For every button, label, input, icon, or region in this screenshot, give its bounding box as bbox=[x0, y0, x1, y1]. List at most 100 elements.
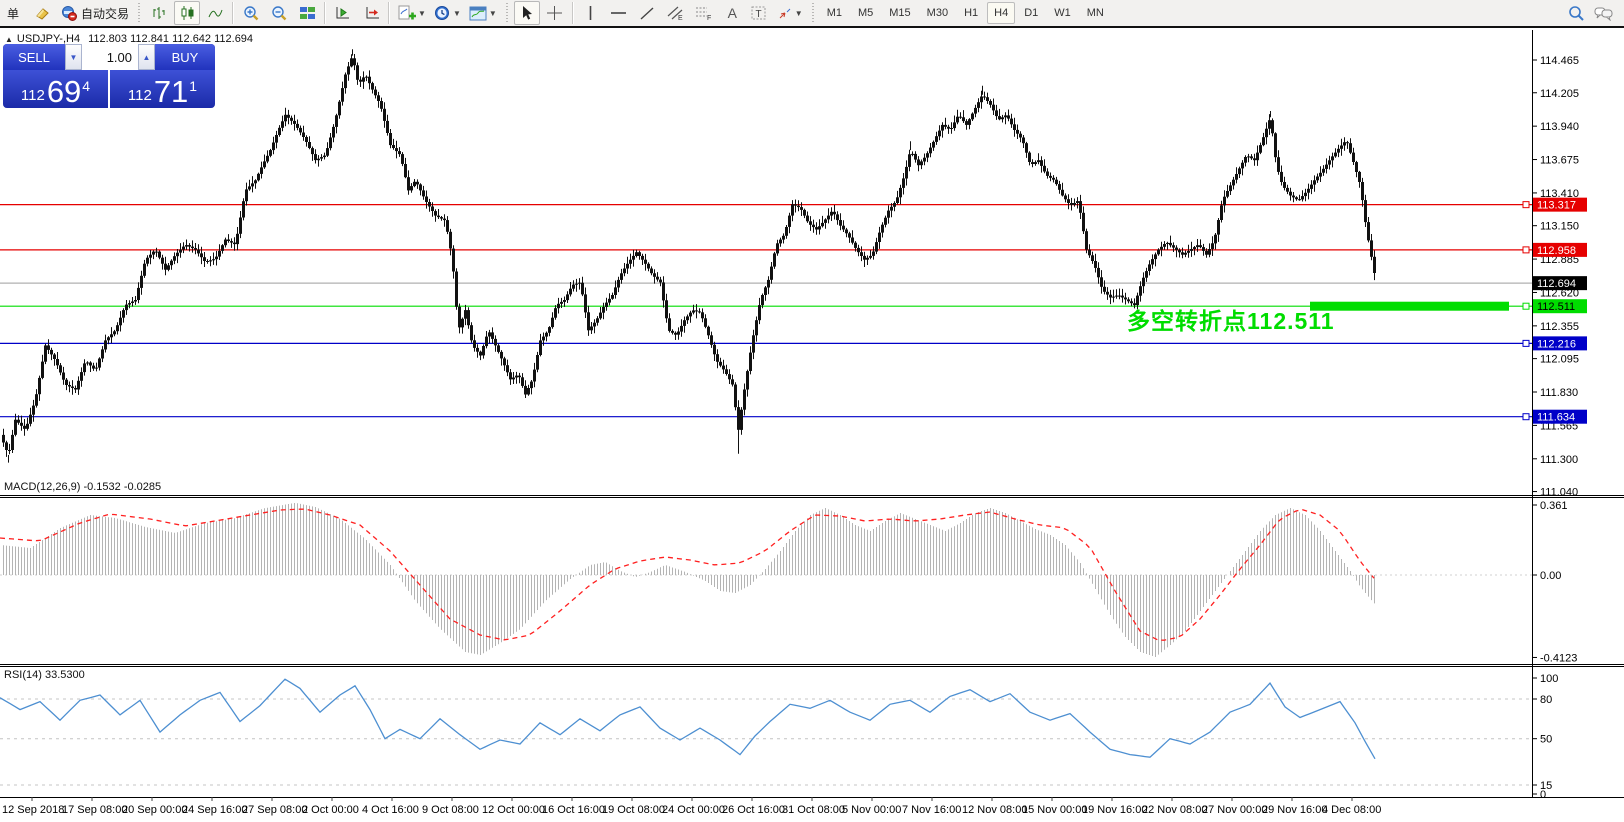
price-axis-label: 112.355 bbox=[1540, 321, 1579, 333]
vertical-line-tool-button[interactable] bbox=[578, 1, 604, 25]
rsi-axis-label: 100 bbox=[1540, 673, 1558, 685]
auto-trading-button[interactable]: 自动交易 bbox=[57, 1, 132, 25]
time-axis-label: 22 Nov 08:00 bbox=[1142, 804, 1207, 816]
tab-timeframe-M1[interactable]: M1 bbox=[820, 2, 849, 24]
tab-timeframe-M30[interactable]: M30 bbox=[920, 2, 955, 24]
crosshair-icon bbox=[546, 5, 563, 21]
bar-chart-mode-button[interactable] bbox=[146, 1, 172, 25]
periods-button[interactable]: ▼ bbox=[431, 1, 464, 25]
time-axis-label: 20 Sep 00:00 bbox=[122, 804, 187, 816]
price-axis-label: 111.040 bbox=[1540, 487, 1578, 499]
time-axis-label: 12 Oct 00:00 bbox=[482, 804, 545, 816]
volume-input[interactable]: 1.00 bbox=[82, 44, 138, 70]
toolbar-drag-handle[interactable] bbox=[504, 3, 510, 23]
timeframe-toolbar: M1M5M15M30H1H4D1W1MN bbox=[819, 2, 1112, 24]
tab-timeframe-M15[interactable]: M15 bbox=[882, 2, 917, 24]
auto-trading-label: 自动交易 bbox=[81, 5, 129, 22]
triangle-down-icon: ▼ bbox=[70, 53, 78, 62]
new-order-label: 单 bbox=[7, 5, 19, 22]
rsi-axis-label: 50 bbox=[1540, 734, 1552, 746]
crosshair-tool-button[interactable] bbox=[542, 1, 568, 25]
time-axis-label: 12 Sep 2018 bbox=[2, 804, 64, 816]
fibonacci-tool-button[interactable]: F bbox=[690, 1, 716, 25]
trendline-tool-button[interactable] bbox=[634, 1, 660, 25]
tab-timeframe-MN[interactable]: MN bbox=[1080, 2, 1111, 24]
chart-workspace: 114.465114.205113.940113.675113.410113.1… bbox=[0, 0, 1624, 822]
main-toolbar: 单 自动交易 bbox=[0, 0, 1624, 28]
time-axis-label: 31 Oct 08:00 bbox=[782, 804, 845, 816]
new-order-button[interactable]: 单 bbox=[1, 1, 27, 25]
toolbar-drag-handle[interactable] bbox=[136, 3, 142, 23]
collapse-window-icon[interactable]: ▲ bbox=[5, 35, 13, 44]
templates-button[interactable]: ▼ bbox=[466, 1, 500, 25]
price-line-badge: 112.511 bbox=[1537, 301, 1575, 313]
macd-axis-label: -0.4123 bbox=[1540, 653, 1577, 665]
price-axis-label: 113.150 bbox=[1540, 221, 1579, 233]
chart-canvas[interactable]: 114.465114.205113.940113.675113.410113.1… bbox=[0, 0, 1624, 822]
pivot-annotation-text[interactable]: 多空转折点112.511 bbox=[1127, 302, 1335, 336]
macd-axis-label: 0.00 bbox=[1540, 570, 1561, 582]
tab-timeframe-W1[interactable]: W1 bbox=[1047, 2, 1078, 24]
time-axis-label: 24 Sep 16:00 bbox=[182, 804, 247, 816]
chart-shift-icon bbox=[362, 5, 380, 21]
buy-price-button[interactable]: 112711 bbox=[110, 70, 215, 108]
horizontal-line-icon bbox=[610, 6, 627, 20]
buy-price-pips: 71 bbox=[154, 77, 188, 106]
auto-scroll-icon bbox=[334, 5, 352, 21]
toolbar-drag-handle[interactable] bbox=[810, 3, 816, 23]
time-axis-label: 4 Oct 16:00 bbox=[362, 804, 419, 816]
time-axis-label: 24 Oct 00:00 bbox=[662, 804, 725, 816]
vertical-line-icon bbox=[584, 5, 597, 21]
indicators-button[interactable]: ▼ bbox=[394, 1, 429, 25]
time-axis-label: 7 Nov 16:00 bbox=[902, 804, 961, 816]
price-line-badge: 112.216 bbox=[1537, 338, 1576, 350]
time-axis-label: 5 Nov 00:00 bbox=[842, 804, 901, 816]
chat-bubbles-icon bbox=[1594, 5, 1614, 21]
buy-button[interactable]: BUY bbox=[155, 44, 215, 70]
sell-price-button[interactable]: 112694 bbox=[3, 70, 108, 108]
trendline-icon bbox=[639, 6, 655, 21]
text-tool-button[interactable]: A bbox=[718, 1, 744, 25]
arrows-tool-button[interactable]: ▼ bbox=[774, 1, 806, 25]
search-button[interactable] bbox=[1563, 1, 1589, 25]
chart-shift-button[interactable] bbox=[358, 1, 384, 25]
volume-decrease-button[interactable]: ▼ bbox=[65, 44, 82, 70]
time-axis-label: 15 Nov 00:00 bbox=[1022, 804, 1087, 816]
price-axis-label: 114.465 bbox=[1540, 55, 1579, 67]
volume-spinner: ▼ 1.00 ▲ bbox=[65, 44, 155, 70]
tab-timeframe-M5[interactable]: M5 bbox=[851, 2, 880, 24]
tile-windows-icon bbox=[299, 5, 316, 21]
dropdown-caret-icon: ▼ bbox=[795, 9, 803, 18]
horizontal-line-tool-button[interactable] bbox=[606, 1, 632, 25]
fibonacci-icon: F bbox=[694, 5, 712, 21]
candlestick-icon bbox=[179, 5, 196, 21]
candlestick-mode-button[interactable] bbox=[174, 1, 200, 25]
price-line-badge: 113.317 bbox=[1537, 200, 1576, 212]
price-line-badge: 112.694 bbox=[1537, 278, 1576, 290]
zoom-in-button[interactable] bbox=[238, 1, 264, 25]
equidistant-channel-tool-button[interactable]: E bbox=[662, 1, 688, 25]
tab-timeframe-H1[interactable]: H1 bbox=[957, 2, 985, 24]
cursor-icon bbox=[519, 5, 534, 21]
svg-text:F: F bbox=[707, 15, 711, 21]
community-chat-button[interactable] bbox=[1591, 1, 1617, 25]
chart-trade-button[interactable] bbox=[29, 1, 55, 25]
zoom-out-button[interactable] bbox=[266, 1, 292, 25]
toolbar-separator bbox=[388, 2, 390, 24]
tab-timeframe-D1[interactable]: D1 bbox=[1017, 2, 1045, 24]
price-axis-label: 112.095 bbox=[1540, 354, 1579, 366]
price-axis-label: 111.300 bbox=[1540, 454, 1578, 466]
time-axis-label: 29 Nov 16:00 bbox=[1262, 804, 1327, 816]
tab-timeframe-H4[interactable]: H4 bbox=[987, 2, 1015, 24]
text-label-tool-button[interactable]: T bbox=[746, 1, 772, 25]
buy-price-handle: 112 bbox=[128, 88, 152, 103]
sell-price-pips: 69 bbox=[47, 77, 81, 106]
line-chart-mode-button[interactable] bbox=[202, 1, 228, 25]
auto-scroll-button[interactable] bbox=[330, 1, 356, 25]
volume-increase-button[interactable]: ▲ bbox=[138, 44, 155, 70]
cursor-tool-button[interactable] bbox=[514, 1, 540, 25]
time-axis-label: 19 Nov 16:00 bbox=[1082, 804, 1147, 816]
auto-trading-icon bbox=[60, 5, 78, 21]
tile-windows-button[interactable] bbox=[294, 1, 320, 25]
sell-button[interactable]: SELL bbox=[3, 44, 65, 70]
